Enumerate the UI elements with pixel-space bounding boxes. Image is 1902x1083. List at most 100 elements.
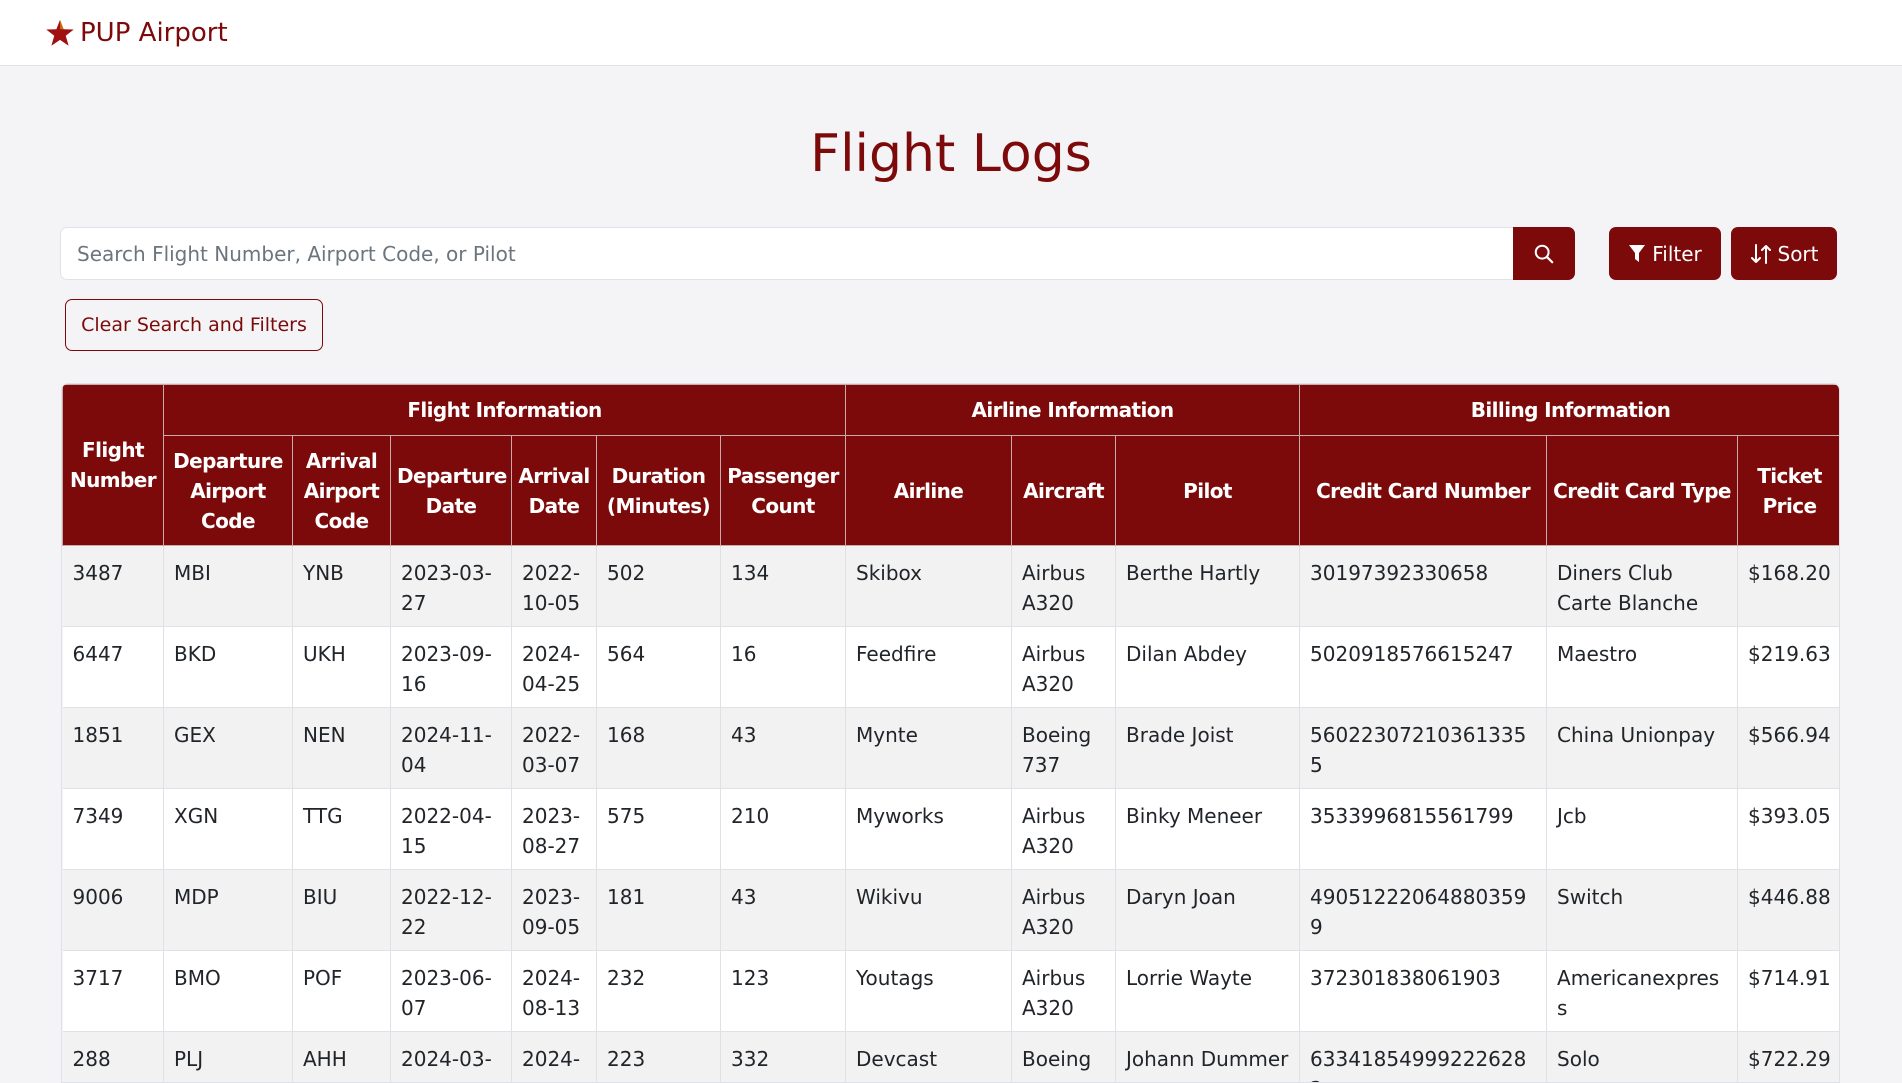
search-input[interactable] — [60, 227, 1513, 280]
cell-credit-card-type: Switch — [1547, 870, 1738, 951]
cell-flight-number: 9006 — [63, 870, 164, 951]
sort-button[interactable]: Sort — [1731, 227, 1837, 280]
cell-flight-number: 6447 — [63, 627, 164, 708]
cell-departure-date: 2024-11-04 — [391, 708, 512, 789]
cell-duration: 575 — [597, 789, 721, 870]
column-header-duration[interactable]: Duration (Minutes) — [597, 436, 721, 546]
cell-arrival-date: 2022-03-07 — [512, 708, 597, 789]
cell-airline: Feedfire — [846, 627, 1012, 708]
navbar: PUP Airport — [0, 0, 1902, 66]
cell-flight-number: 7349 — [63, 789, 164, 870]
cell-credit-card-type: Jcb — [1547, 789, 1738, 870]
cell-credit-card-number: 30197392330658 — [1300, 546, 1547, 627]
cell-credit-card-number: 633418549992226282 — [1300, 1032, 1547, 1083]
cell-airline: Youtags — [846, 951, 1012, 1032]
table-row[interactable]: 6447 BKD UKH 2023-09-16 2024-04-25 564 1… — [63, 627, 1841, 708]
cell-credit-card-type: Solo — [1547, 1032, 1738, 1083]
column-header-flight-number[interactable]: Flight Number — [63, 385, 164, 546]
group-header-airline-information: Airline Information — [846, 385, 1300, 436]
cell-departure-airport: BKD — [164, 627, 293, 708]
brand-name: PUP Airport — [80, 18, 228, 48]
column-header-aircraft[interactable]: Aircraft — [1012, 436, 1116, 546]
column-header-arrival-date[interactable]: Arrival Date — [512, 436, 597, 546]
cell-flight-number: 1851 — [63, 708, 164, 789]
column-header-ticket-price[interactable]: Ticket Price — [1738, 436, 1840, 546]
column-header-passenger-count[interactable]: Passenger Count — [721, 436, 846, 546]
search-button[interactable] — [1513, 227, 1575, 280]
cell-credit-card-type: China Unionpay — [1547, 708, 1738, 789]
cell-airline: Wikivu — [846, 870, 1012, 951]
column-header-pilot[interactable]: Pilot — [1116, 436, 1300, 546]
cell-credit-card-type: Maestro — [1547, 627, 1738, 708]
cell-departure-date: 2023-06-07 — [391, 951, 512, 1032]
cell-arrival-airport: TTG — [293, 789, 391, 870]
column-header-arrival-airport-code[interactable]: Arrival Airport Code — [293, 436, 391, 546]
cell-departure-date: 2023-03-27 — [391, 546, 512, 627]
table-row[interactable]: 3717 BMO POF 2023-06-07 2024-08-13 232 1… — [63, 951, 1841, 1032]
cell-credit-card-number: 490512220648803599 — [1300, 870, 1547, 951]
cell-passenger-count: 123 — [721, 951, 846, 1032]
cell-departure-date: 2022-04-15 — [391, 789, 512, 870]
cell-aircraft: Airbus A320 — [1012, 789, 1116, 870]
table-row[interactable]: 7349 XGN TTG 2022-04-15 2023-08-27 575 2… — [63, 789, 1841, 870]
cell-departure-date: 2024-03- — [391, 1032, 512, 1083]
cell-arrival-airport: NEN — [293, 708, 391, 789]
cell-passenger-count: 43 — [721, 708, 846, 789]
column-header-credit-card-number[interactable]: Credit Card Number — [1300, 436, 1547, 546]
cell-arrival-date: 2024-08-13 — [512, 951, 597, 1032]
cell-departure-airport: MBI — [164, 546, 293, 627]
group-header-billing-information: Billing Information — [1300, 385, 1840, 436]
group-header-flight-information: Flight Information — [164, 385, 846, 436]
cell-credit-card-number: 3533996815561799 — [1300, 789, 1547, 870]
column-header-departure-date[interactable]: Departure Date — [391, 436, 512, 546]
flight-logs-table-container: Flight Number Flight Information Airline… — [61, 383, 1840, 1083]
page-title: Flight Logs — [0, 124, 1902, 184]
cell-arrival-date: 2023-08-27 — [512, 789, 597, 870]
flight-logs-body: 3487 MBI YNB 2023-03-27 2022-10-05 502 1… — [63, 546, 1841, 1083]
cell-pilot: Binky Meneer — [1116, 789, 1300, 870]
cell-airline: Mynte — [846, 708, 1012, 789]
cell-ticket-price: $168.20 — [1738, 546, 1840, 627]
cell-pilot: Berthe Hartly — [1116, 546, 1300, 627]
cell-ticket-price: $566.94 — [1738, 708, 1840, 789]
star-icon — [44, 18, 76, 48]
cell-credit-card-number: 560223072103613355 — [1300, 708, 1547, 789]
cell-departure-airport: MDP — [164, 870, 293, 951]
table-row[interactable]: 1851 GEX NEN 2024-11-04 2022-03-07 168 4… — [63, 708, 1841, 789]
column-header-credit-card-type[interactable]: Credit Card Type — [1547, 436, 1738, 546]
sort-label: Sort — [1778, 242, 1819, 266]
cell-credit-card-number: 5020918576615247 — [1300, 627, 1547, 708]
cell-pilot: Daryn Joan — [1116, 870, 1300, 951]
column-header-airline[interactable]: Airline — [846, 436, 1012, 546]
table-row[interactable]: 9006 MDP BIU 2022-12-22 2023-09-05 181 4… — [63, 870, 1841, 951]
cell-flight-number: 288 — [63, 1032, 164, 1083]
cell-passenger-count: 332 — [721, 1032, 846, 1083]
cell-arrival-airport: UKH — [293, 627, 391, 708]
cell-departure-date: 2023-09-16 — [391, 627, 512, 708]
cell-passenger-count: 16 — [721, 627, 846, 708]
sort-icon — [1750, 243, 1772, 265]
cell-pilot: Dilan Abdey — [1116, 627, 1300, 708]
cell-ticket-price: $393.05 — [1738, 789, 1840, 870]
cell-departure-airport: XGN — [164, 789, 293, 870]
cell-duration: 232 — [597, 951, 721, 1032]
table-row[interactable]: 3487 MBI YNB 2023-03-27 2022-10-05 502 1… — [63, 546, 1841, 627]
cell-departure-airport: PLJ — [164, 1032, 293, 1083]
column-header-departure-airport-code[interactable]: Departure Airport Code — [164, 436, 293, 546]
cell-departure-date: 2022-12-22 — [391, 870, 512, 951]
cell-aircraft: Airbus A320 — [1012, 627, 1116, 708]
cell-ticket-price: $722.29 — [1738, 1032, 1840, 1083]
cell-arrival-airport: YNB — [293, 546, 391, 627]
cell-passenger-count: 210 — [721, 789, 846, 870]
cell-flight-number: 3487 — [63, 546, 164, 627]
cell-duration: 564 — [597, 627, 721, 708]
clear-search-filters-button[interactable]: Clear Search and Filters — [65, 299, 323, 351]
filter-button[interactable]: Filter — [1609, 227, 1721, 280]
table-row[interactable]: 288 PLJ AHH 2024-03- 2024- 223 332 Devca… — [63, 1032, 1841, 1083]
cell-passenger-count: 43 — [721, 870, 846, 951]
brand-link[interactable]: PUP Airport — [44, 18, 228, 48]
filter-icon — [1628, 244, 1646, 264]
cell-duration: 223 — [597, 1032, 721, 1083]
cell-pilot: Brade Joist — [1116, 708, 1300, 789]
cell-aircraft: Airbus A320 — [1012, 546, 1116, 627]
